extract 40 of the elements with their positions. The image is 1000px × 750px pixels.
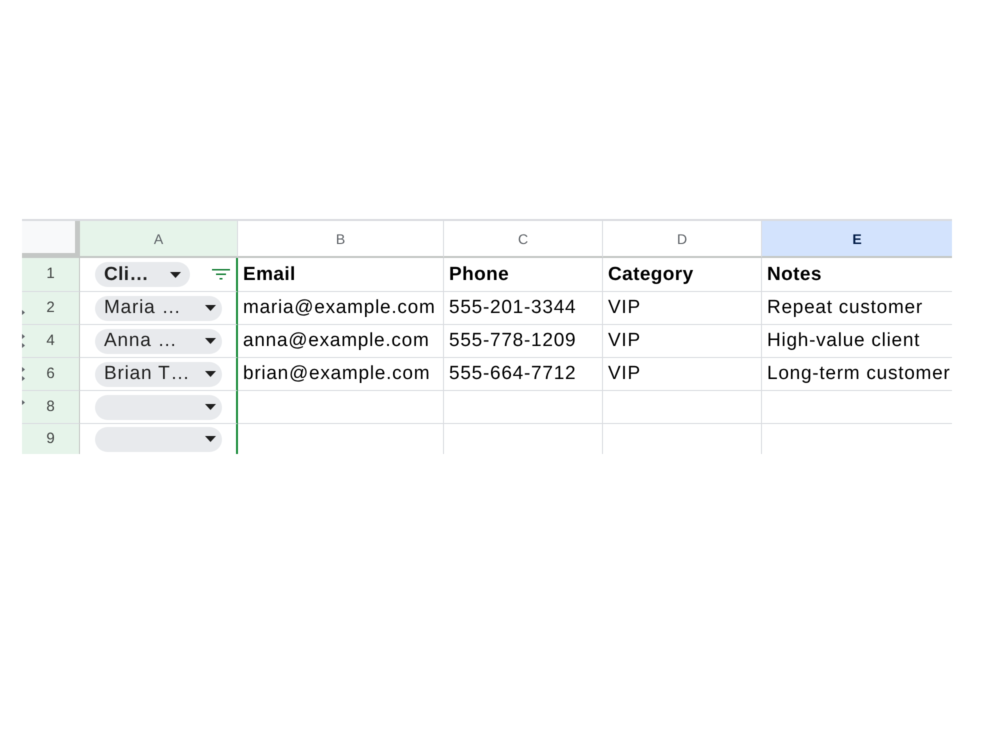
table-cell: brian@example.com xyxy=(238,358,444,391)
filter-icon[interactable] xyxy=(212,269,230,280)
caret-icon xyxy=(205,338,216,344)
row-header[interactable]: 9 xyxy=(22,424,80,454)
table-cell: Long-term customer xyxy=(762,358,952,391)
row-header[interactable]: 6 xyxy=(22,358,80,391)
column-title: Notes xyxy=(762,258,952,292)
caret-icon xyxy=(170,272,181,278)
caret-icon xyxy=(205,436,216,442)
table-cell: High-value client xyxy=(762,325,952,358)
dropdown-chip[interactable]: Brian T… xyxy=(95,362,222,386)
column-title: Phone xyxy=(444,258,603,292)
table-cell: 555-664-7712 xyxy=(444,358,603,391)
table-cell: VIP xyxy=(603,292,762,325)
table-cell: VIP xyxy=(603,325,762,358)
column-header[interactable]: C xyxy=(444,221,603,258)
caret-icon xyxy=(205,404,216,410)
column-header[interactable]: D xyxy=(603,221,762,258)
row-header[interactable]: 8 xyxy=(22,391,80,424)
column-header[interactable]: E xyxy=(762,221,952,258)
table-cell: Repeat customer xyxy=(762,292,952,325)
table-cell: maria@example.com xyxy=(238,292,444,325)
hidden-rows-arrow-icon[interactable] xyxy=(22,367,25,381)
table-cell: 555-778-1209 xyxy=(444,325,603,358)
row-header[interactable]: 4 xyxy=(22,325,80,358)
table-cell: anna@example.com xyxy=(238,325,444,358)
column-title: Category xyxy=(603,258,762,292)
dropdown-chip[interactable]: Maria … xyxy=(95,296,222,320)
table-cell: 555-201-3344 xyxy=(444,292,603,325)
dropdown-chip[interactable]: Anna … xyxy=(95,328,222,354)
column-header[interactable]: B xyxy=(238,221,444,258)
dropdown-chip[interactable]: Cli… xyxy=(95,262,190,287)
table-cell: VIP xyxy=(603,358,762,391)
column-title: Email xyxy=(238,258,444,292)
column-header[interactable]: A xyxy=(80,221,238,258)
row-header[interactable]: 2 xyxy=(22,292,80,325)
hidden-rows-arrow-icon[interactable] xyxy=(22,334,25,348)
caret-icon xyxy=(205,371,216,377)
caret-icon xyxy=(205,305,216,311)
row-header[interactable]: 1 xyxy=(22,258,80,292)
